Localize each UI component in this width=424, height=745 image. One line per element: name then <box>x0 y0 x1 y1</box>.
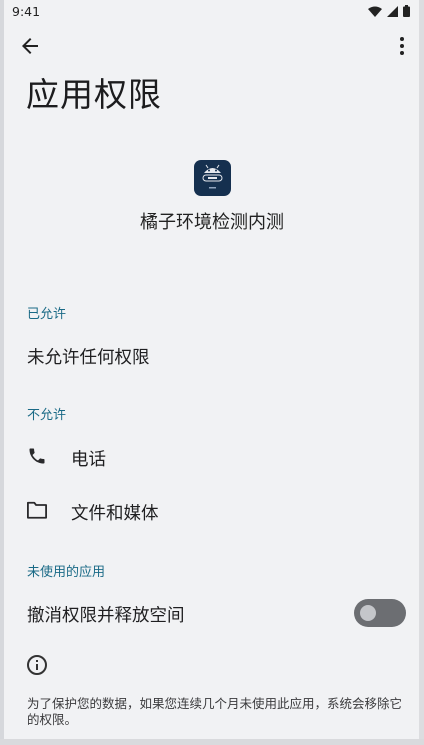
status-icons <box>368 5 410 17</box>
permission-label-phone: 电话 <box>71 450 106 470</box>
info-icon <box>27 655 47 675</box>
page-title: 应用权限 <box>26 75 162 114</box>
app-name: 橘子环境检测内测 <box>140 212 284 233</box>
back-button[interactable] <box>18 34 42 58</box>
revoke-permissions-toggle[interactable] <box>354 599 406 627</box>
section-header-denied: 不允许 <box>27 408 67 423</box>
battery-icon <box>403 5 410 17</box>
bottom-strip <box>0 739 424 745</box>
folder-icon <box>26 501 47 519</box>
app-icon <box>194 160 231 196</box>
app-bar <box>0 30 424 62</box>
signal-icon <box>387 5 398 17</box>
status-time: 9:41 <box>12 3 41 19</box>
more-dot-icon <box>400 51 404 55</box>
more-options-button[interactable] <box>396 34 408 58</box>
right-edge <box>419 0 424 745</box>
app-permissions-screen: 9:41 应用权限 橘子环境检测内测 已允许 未允许任何权限 不允许 电话 文件… <box>0 0 424 745</box>
more-dot-icon <box>400 44 404 48</box>
unused-app-footnote: 为了保护您的数据，如果您连续几个月未使用此应用，系统会移除它的权限。 <box>27 696 403 727</box>
allowed-empty-text: 未允许任何权限 <box>27 348 150 368</box>
more-dot-icon <box>400 37 404 41</box>
wifi-icon <box>368 6 382 17</box>
left-edge <box>0 0 4 745</box>
android-logo-icon <box>202 164 223 189</box>
revoke-permissions-label: 撤消权限并释放空间 <box>27 606 185 626</box>
status-bar: 9:41 <box>0 0 424 22</box>
back-arrow-icon <box>22 38 38 54</box>
phone-icon <box>29 448 45 464</box>
section-header-unused: 未使用的应用 <box>27 565 106 580</box>
permission-label-files: 文件和媒体 <box>71 504 159 524</box>
toggle-knob <box>360 605 376 621</box>
section-header-allowed: 已允许 <box>27 307 67 322</box>
